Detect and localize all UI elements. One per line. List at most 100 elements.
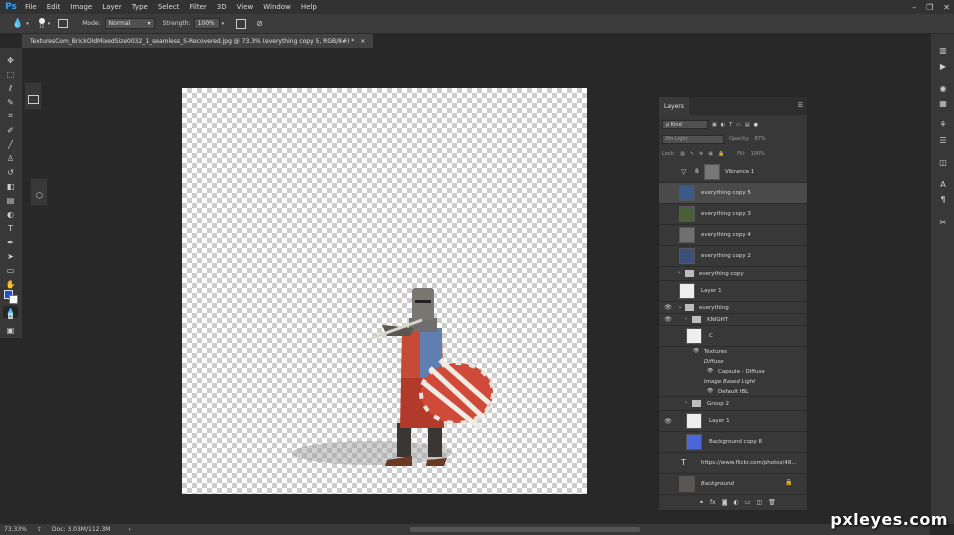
- filter-toggle-icon[interactable]: ●: [754, 122, 758, 128]
- smart-filter-icon[interactable]: ▤: [745, 122, 750, 128]
- layer-row[interactable]: T https://www.flickr.com/photos/48...: [659, 453, 807, 474]
- layer-row[interactable]: Background 🔒: [659, 474, 807, 495]
- stamp-tool-icon[interactable]: ♙: [3, 152, 18, 164]
- layer-thumbnail[interactable]: [679, 206, 695, 222]
- document-canvas[interactable]: [182, 88, 587, 494]
- layer-row[interactable]: C: [659, 326, 807, 347]
- chevron-down-icon[interactable]: ▾: [48, 21, 51, 27]
- eye-icon[interactable]: 👁: [693, 348, 699, 354]
- chevron-down-icon[interactable]: ▾: [26, 21, 29, 27]
- menu-view[interactable]: View: [232, 3, 259, 11]
- marquee-tool-icon[interactable]: ⬚: [3, 68, 18, 80]
- layers-icon[interactable]: ◫: [936, 158, 950, 169]
- visibility-toggle[interactable]: [663, 246, 673, 266]
- chevron-down-icon[interactable]: ⌄: [678, 304, 682, 310]
- chevron-down-icon[interactable]: ▾: [222, 21, 225, 27]
- layer-thumbnail[interactable]: [686, 434, 702, 450]
- visibility-toggle[interactable]: [663, 474, 673, 494]
- lock-artboard-icon[interactable]: ▣: [708, 151, 713, 157]
- dodge-tool-icon[interactable]: ◐: [3, 208, 18, 220]
- history-brush-tool-icon[interactable]: ↺: [3, 166, 18, 178]
- layer-thumbnail[interactable]: [679, 227, 695, 243]
- adjustments-icon[interactable]: ⚘: [936, 120, 950, 131]
- blur-tool-icon[interactable]: 💧: [12, 19, 23, 29]
- quick-select-tool-icon[interactable]: ✎: [3, 96, 18, 108]
- opacity-value[interactable]: 87%: [755, 136, 766, 142]
- strength-field[interactable]: 100%: [193, 18, 220, 29]
- chevron-right-icon[interactable]: ›: [678, 270, 680, 276]
- visibility-toggle[interactable]: [663, 453, 673, 473]
- move-tool-icon[interactable]: ✥: [3, 54, 18, 66]
- lock-transparency-icon[interactable]: ▦: [680, 151, 685, 157]
- mode-select[interactable]: Normal ▾: [104, 18, 155, 29]
- layers-tab[interactable]: Layers: [659, 97, 689, 115]
- adjustment-icon[interactable]: ◐: [734, 499, 739, 506]
- fill-value[interactable]: 100%: [751, 151, 765, 157]
- zoom-level[interactable]: 73.33%: [4, 526, 27, 533]
- chevron-right-icon[interactable]: ›: [685, 316, 687, 322]
- 3d-icon[interactable]: ◉: [936, 84, 950, 95]
- history-panel-icon[interactable]: [28, 95, 39, 104]
- mask-icon[interactable]: ◙: [722, 499, 728, 506]
- adjustment-filter-icon[interactable]: ◐: [721, 122, 725, 128]
- fx-icon[interactable]: fx: [710, 499, 716, 506]
- histogram-icon[interactable]: ▥: [936, 46, 950, 57]
- background-color-swatch[interactable]: [9, 295, 18, 304]
- brush-preset-picker[interactable]: 15: [38, 18, 45, 29]
- eye-icon[interactable]: 👁: [663, 411, 673, 431]
- tools-preset-icon[interactable]: ✂: [936, 218, 950, 229]
- layer-thumbnail[interactable]: [686, 413, 702, 429]
- eyedropper-tool-icon[interactable]: ✐: [3, 124, 18, 136]
- menu-type[interactable]: Type: [127, 3, 153, 11]
- lasso-tool-icon[interactable]: ℓ: [3, 82, 18, 94]
- eye-icon[interactable]: 👁: [663, 302, 673, 313]
- layer-row[interactable]: 👁 › KNIGHT: [659, 314, 807, 326]
- lock-pixels-icon[interactable]: ✎: [690, 151, 694, 157]
- new-layer-icon[interactable]: ◫: [756, 499, 762, 506]
- visibility-toggle[interactable]: [663, 326, 673, 346]
- layer-row[interactable]: everything copy 4: [659, 225, 807, 246]
- chevron-right-icon[interactable]: ›: [685, 400, 687, 406]
- minimize-button[interactable]: –: [912, 3, 916, 12]
- eye-icon[interactable]: 👁: [707, 368, 713, 374]
- pen-tool-icon[interactable]: ✒: [3, 236, 18, 248]
- visibility-toggle[interactable]: [663, 183, 673, 203]
- close-tab-icon[interactable]: ×: [360, 38, 365, 45]
- layer-thumbnail[interactable]: [679, 476, 695, 492]
- lock-all-icon[interactable]: 🔒: [718, 151, 724, 157]
- visibility-toggle[interactable]: [663, 204, 673, 224]
- share-icon[interactable]: ⇪: [37, 526, 42, 533]
- quick-mask-icon[interactable]: ◘: [3, 310, 18, 322]
- screen-mode-icon[interactable]: ▣: [3, 324, 18, 336]
- blend-mode-select[interactable]: Pin Light: [662, 134, 724, 144]
- layer-mask-thumbnail[interactable]: [704, 164, 720, 180]
- shape-tool-icon[interactable]: ▭: [3, 264, 18, 276]
- layer-row[interactable]: everything copy 3: [659, 204, 807, 225]
- document-tab[interactable]: TexturesCom_BrickOldMixedSize0032_1_seam…: [22, 34, 374, 48]
- type-tool-icon[interactable]: T: [3, 222, 18, 234]
- brush-panel-icon[interactable]: [58, 19, 69, 28]
- path-select-tool-icon[interactable]: ➤: [3, 250, 18, 262]
- menu-3d[interactable]: 3D: [212, 3, 232, 11]
- paragraph-icon[interactable]: ¶: [936, 195, 950, 206]
- kind-filter-select[interactable]: ρ Kind: [662, 120, 708, 129]
- link-icon[interactable]: ⚭: [699, 499, 704, 506]
- type-filter-icon[interactable]: T: [729, 122, 732, 128]
- layer-row[interactable]: 👁 ⌄ everything: [659, 302, 807, 314]
- menu-window[interactable]: Window: [258, 3, 296, 11]
- layer-row[interactable]: 👁 Layer 1: [659, 411, 807, 432]
- visibility-toggle[interactable]: [663, 281, 673, 301]
- pixel-filter-icon[interactable]: ▣: [712, 122, 717, 128]
- grid-icon[interactable]: ▦: [936, 99, 950, 110]
- menu-layer[interactable]: Layer: [97, 3, 127, 11]
- menu-filter[interactable]: Filter: [184, 3, 211, 11]
- hand-tool-icon[interactable]: ✋: [3, 278, 18, 290]
- folder-icon[interactable]: ▭: [745, 499, 751, 506]
- restore-button[interactable]: ❐: [926, 3, 933, 12]
- eye-icon[interactable]: 👁: [663, 314, 673, 325]
- layer-row[interactable]: › Group 2: [659, 397, 807, 411]
- visibility-toggle[interactable]: [663, 267, 673, 280]
- brush-tool-icon[interactable]: ╱: [3, 138, 18, 150]
- menu-edit[interactable]: Edit: [42, 3, 66, 11]
- layer-row[interactable]: › everything copy: [659, 267, 807, 281]
